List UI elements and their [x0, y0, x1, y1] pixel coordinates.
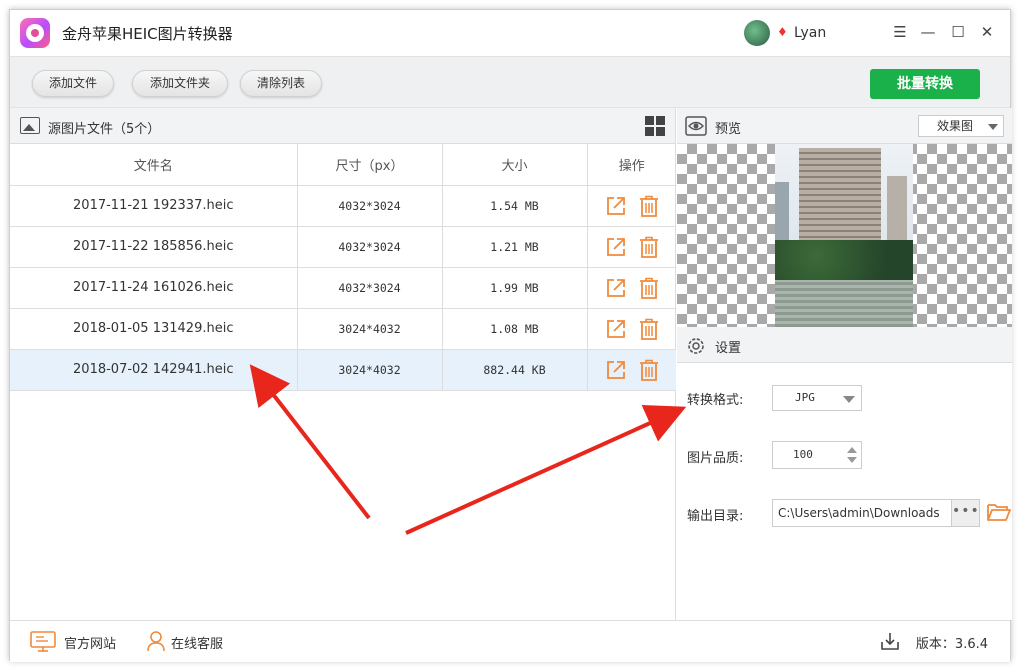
- preview-image-area: [677, 144, 1012, 327]
- trash-icon[interactable]: [639, 277, 659, 299]
- output-dir-field[interactable]: C:\Users\admin\Downloads •••: [772, 499, 980, 527]
- open-external-icon[interactable]: [605, 359, 627, 381]
- column-header-dimensions[interactable]: 尺寸（px）: [297, 144, 443, 186]
- open-folder-icon[interactable]: [987, 501, 1011, 523]
- column-header-size[interactable]: 大小: [442, 144, 588, 186]
- batch-convert-button[interactable]: 批量转换: [870, 69, 980, 99]
- download-update-icon[interactable]: [880, 631, 900, 651]
- footer: 官方网站 在线客服 版本：3.6.4: [10, 620, 1010, 662]
- file-table: 文件名 尺寸（px） 大小 操作 2017-11-21 192337.heic 4…: [10, 144, 676, 391]
- output-dir-label: 输出目录:: [687, 509, 744, 524]
- table-row[interactable]: 2017-11-24 161026.heic 4032*3024 1.99 MB: [10, 267, 676, 309]
- column-header-filename[interactable]: 文件名: [10, 144, 298, 186]
- close-button[interactable]: ✕: [977, 22, 997, 42]
- file-actions-cell: [587, 226, 676, 268]
- title-bar: 金舟苹果HEIC图片转换器 ♦ Lyan ☰ — ☐ ✕: [10, 10, 1010, 56]
- vip-diamond-icon: ♦: [777, 25, 788, 39]
- file-size-cell: 882.44 KB: [442, 349, 588, 391]
- trash-icon[interactable]: [639, 236, 659, 258]
- open-external-icon[interactable]: [605, 318, 627, 340]
- file-actions-cell: [587, 267, 676, 309]
- file-dimensions-cell: 3024*4032: [297, 308, 443, 350]
- preview-title: 预览: [715, 122, 742, 137]
- file-dimensions-cell: 4032*3024: [297, 185, 443, 227]
- table-row[interactable]: 2017-11-21 192337.heic 4032*3024 1.54 MB: [10, 185, 676, 227]
- source-panel-header: 源图片文件（5个）: [10, 108, 675, 144]
- file-size-cell: 1.08 MB: [442, 308, 588, 350]
- preview-photo: [775, 144, 913, 327]
- support-person-icon[interactable]: [146, 630, 166, 652]
- app-title: 金舟苹果HEIC图片转换器: [62, 25, 233, 43]
- format-label: 转换格式:: [687, 393, 744, 408]
- version-label: 版本：3.6.4: [915, 637, 988, 652]
- table-row[interactable]: 2018-07-02 142941.heic 3024*4032 882.44 KB: [10, 349, 676, 391]
- website-monitor-icon[interactable]: [30, 631, 56, 653]
- file-name-cell[interactable]: 2017-11-22 185856.heic: [10, 226, 298, 268]
- file-size-cell: 1.54 MB: [442, 185, 588, 227]
- format-select[interactable]: JPG: [772, 385, 862, 411]
- table-row[interactable]: 2018-01-05 131429.heic 3024*4032 1.08 MB: [10, 308, 676, 350]
- file-actions-cell: [587, 185, 676, 227]
- menu-button[interactable]: ☰: [890, 22, 910, 42]
- table-header-row: 文件名 尺寸（px） 大小 操作: [10, 144, 676, 186]
- table-row[interactable]: 2017-11-22 185856.heic 4032*3024 1.21 MB: [10, 226, 676, 268]
- app-window: 金舟苹果HEIC图片转换器 ♦ Lyan ☰ — ☐ ✕ 添加文件 添加文件夹 …: [9, 9, 1012, 662]
- trash-icon[interactable]: [639, 195, 659, 217]
- preview-mode-select[interactable]: 效果图: [918, 115, 1004, 137]
- browse-dots-button[interactable]: •••: [951, 500, 979, 526]
- grid-view-icon[interactable]: [645, 116, 665, 136]
- toolbar: 添加文件 添加文件夹 清除列表 批量转换: [10, 56, 1010, 108]
- quality-down-arrow-icon[interactable]: [847, 457, 857, 463]
- file-name-cell[interactable]: 2017-11-21 192337.heic: [10, 185, 298, 227]
- settings-gear-icon: [688, 338, 704, 354]
- open-external-icon[interactable]: [605, 195, 627, 217]
- trash-icon[interactable]: [639, 318, 659, 340]
- settings-panel: 转换格式: JPG 图片品质: 100 输出目录: C:\Users\admin…: [677, 363, 1012, 656]
- preview-header: 预览 效果图: [677, 108, 1012, 144]
- quality-value[interactable]: 100: [793, 448, 813, 461]
- user-avatar[interactable]: [744, 20, 770, 46]
- add-folder-button[interactable]: 添加文件夹: [132, 70, 228, 97]
- file-actions-cell: [587, 349, 676, 391]
- image-icon: [20, 117, 40, 134]
- source-panel-title: 源图片文件（5个）: [48, 122, 161, 137]
- source-file-panel: 源图片文件（5个） 文件名 尺寸（px） 大小 操作 2017-11-21 19…: [10, 108, 676, 620]
- file-dimensions-cell: 4032*3024: [297, 226, 443, 268]
- preview-eye-icon: [685, 116, 707, 136]
- file-size-cell: 1.21 MB: [442, 226, 588, 268]
- username[interactable]: Lyan: [794, 25, 826, 41]
- column-header-actions: 操作: [587, 144, 676, 186]
- support-link[interactable]: 在线客服: [171, 633, 223, 652]
- trash-icon[interactable]: [639, 359, 659, 381]
- add-file-button[interactable]: 添加文件: [32, 70, 114, 97]
- file-actions-cell: [587, 308, 676, 350]
- file-size-cell: 1.99 MB: [442, 267, 588, 309]
- file-dimensions-cell: 3024*4032: [297, 349, 443, 391]
- maximize-button[interactable]: ☐: [948, 22, 968, 42]
- output-dir-value[interactable]: C:\Users\admin\Downloads: [778, 506, 940, 520]
- quality-up-arrow-icon[interactable]: [847, 447, 857, 453]
- file-name-cell[interactable]: 2017-11-24 161026.heic: [10, 267, 298, 309]
- settings-header: 设置: [677, 327, 1012, 363]
- quality-label: 图片品质:: [687, 451, 744, 466]
- file-dimensions-cell: 4032*3024: [297, 267, 443, 309]
- quality-stepper[interactable]: 100: [772, 441, 862, 469]
- file-name-cell[interactable]: 2018-07-02 142941.heic: [10, 349, 298, 391]
- settings-title: 设置: [715, 341, 742, 356]
- website-link[interactable]: 官方网站: [64, 633, 116, 652]
- app-logo-icon: [20, 18, 50, 48]
- open-external-icon[interactable]: [605, 277, 627, 299]
- minimize-button[interactable]: —: [918, 22, 938, 42]
- file-name-cell[interactable]: 2018-01-05 131429.heic: [10, 308, 298, 350]
- open-external-icon[interactable]: [605, 236, 627, 258]
- clear-list-button[interactable]: 清除列表: [240, 70, 322, 97]
- right-panel: 预览 效果图 设置 转换格式: JPG 图片品质: 100 输出目录: C:\U…: [677, 108, 1012, 620]
